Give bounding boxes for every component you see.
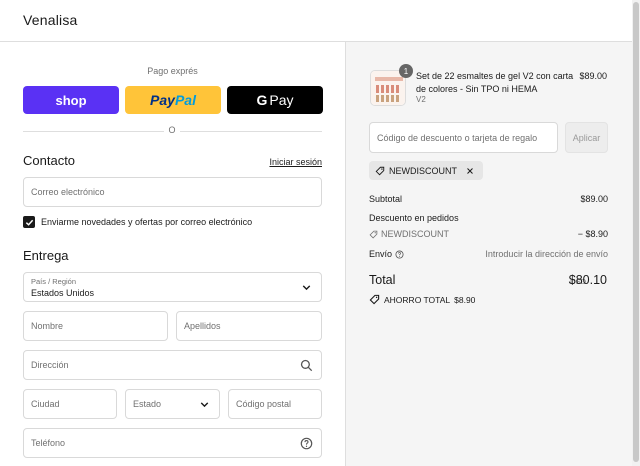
apply-label: Aplicar: [572, 132, 601, 143]
order-discount-label: Descuento en pedidos: [369, 213, 459, 223]
product-price: $89.00: [579, 71, 607, 81]
google-pay-button[interactable]: G Pay: [227, 86, 323, 114]
google-g-icon: G: [256, 92, 268, 108]
brand-name[interactable]: Venalisa: [23, 12, 78, 28]
address-placeholder: Dirección: [31, 360, 69, 370]
newsletter-checkbox[interactable]: [23, 216, 35, 228]
tag-icon: [369, 230, 378, 238]
subtotal-label: Subtotal: [369, 194, 403, 204]
login-link[interactable]: Iniciar sesión: [269, 157, 322, 167]
first-name-field[interactable]: Nombre: [23, 311, 168, 341]
country-label: País / Región: [31, 277, 77, 286]
product-name: Set de 22 esmaltes de gel V2 con carta d…: [416, 71, 574, 94]
shipping-label: Envío: [369, 249, 393, 259]
discount-placeholder: Código de descuento o tarjeta de regalo: [377, 132, 538, 143]
city-placeholder: Ciudad: [31, 399, 60, 409]
zip-field[interactable]: Código postal: [228, 389, 322, 419]
shipping-row: Envío Introducir la dirección de envío: [369, 249, 608, 259]
paypal-pay-text: Pay: [150, 92, 175, 108]
total-label: Total: [369, 273, 396, 287]
help-circle-icon[interactable]: [300, 437, 313, 450]
country-value: Estados Unidos: [31, 288, 95, 298]
chevron-down-icon: [302, 285, 311, 291]
discount-value: − $8.90: [577, 229, 608, 239]
check-icon: [25, 219, 33, 226]
state-placeholder: Estado: [133, 399, 162, 409]
header: Venalisa: [0, 0, 640, 42]
email-field[interactable]: Correo electrónico: [23, 177, 322, 207]
contact-title: Contacto: [23, 153, 76, 168]
close-icon[interactable]: [465, 166, 475, 176]
shipping-value: Introducir la dirección de envío: [485, 249, 608, 259]
shop-pay-label: shop: [55, 92, 87, 108]
phone-placeholder: Teléfono: [31, 438, 66, 448]
email-placeholder: Correo electrónico: [31, 187, 105, 197]
city-field[interactable]: Ciudad: [23, 389, 117, 419]
last-name-placeholder: Apellidos: [184, 321, 221, 331]
applied-discount-code: NEWDISCOUNT: [389, 165, 457, 176]
applied-discount-tag: NEWDISCOUNT: [369, 161, 483, 180]
newsletter-row[interactable]: Enviarme novedades y ofertas por correo …: [23, 216, 252, 228]
quantity-badge: 1: [399, 64, 413, 78]
subtotal-row: Subtotal $89.00: [369, 194, 608, 204]
express-checkout-title: Pago exprés: [147, 66, 198, 76]
first-name-placeholder: Nombre: [31, 321, 64, 331]
newsletter-label: Enviarme novedades y ofertas por correo …: [41, 217, 253, 227]
state-select[interactable]: Estado: [125, 389, 220, 419]
delivery-title: Entrega: [23, 248, 69, 263]
checkout-form: Pago exprés shop Pay Pal G Pay O Contacto…: [0, 42, 345, 466]
search-icon: [300, 359, 313, 372]
savings-label: AHORRO TOTAL: [384, 294, 451, 305]
help-circle-icon[interactable]: [395, 249, 404, 259]
tag-icon: [369, 294, 380, 305]
discount-code-input[interactable]: Código de descuento o tarjeta de regalo: [369, 122, 558, 153]
subtotal-value: $89.00: [580, 194, 608, 204]
total-savings: AHORRO TOTAL $8.90: [369, 294, 475, 305]
scrollbar[interactable]: [632, 0, 640, 466]
total-value: $80.10: [568, 273, 607, 287]
zip-placeholder: Código postal: [236, 399, 292, 409]
order-summary: 1 Set de 22 esmaltes de gel V2 con carta…: [345, 42, 640, 466]
shop-pay-button[interactable]: shop: [23, 86, 119, 114]
order-discount-row: Descuento en pedidos: [369, 213, 608, 223]
apply-discount-button[interactable]: Aplicar: [565, 122, 608, 153]
phone-field[interactable]: Teléfono: [23, 428, 322, 458]
tag-icon: [375, 166, 385, 175]
country-select[interactable]: País / Región Estados Unidos: [23, 272, 322, 302]
product-variant: V2: [416, 95, 426, 104]
savings-value: $8.90: [454, 294, 476, 305]
paypal-pal-text: Pal: [174, 92, 196, 108]
discount-code-row: NEWDISCOUNT − $8.90: [369, 229, 608, 239]
last-name-field[interactable]: Apellidos: [176, 311, 322, 341]
divider-or: O: [164, 125, 180, 135]
chevron-down-icon: [200, 402, 209, 408]
address-field[interactable]: Dirección: [23, 350, 322, 380]
scrollbar-thumb[interactable]: [633, 2, 639, 462]
paypal-button[interactable]: Pay Pal: [125, 86, 221, 114]
google-pay-label: Pay: [269, 92, 294, 108]
discount-code-label: NEWDISCOUNT: [381, 229, 449, 239]
